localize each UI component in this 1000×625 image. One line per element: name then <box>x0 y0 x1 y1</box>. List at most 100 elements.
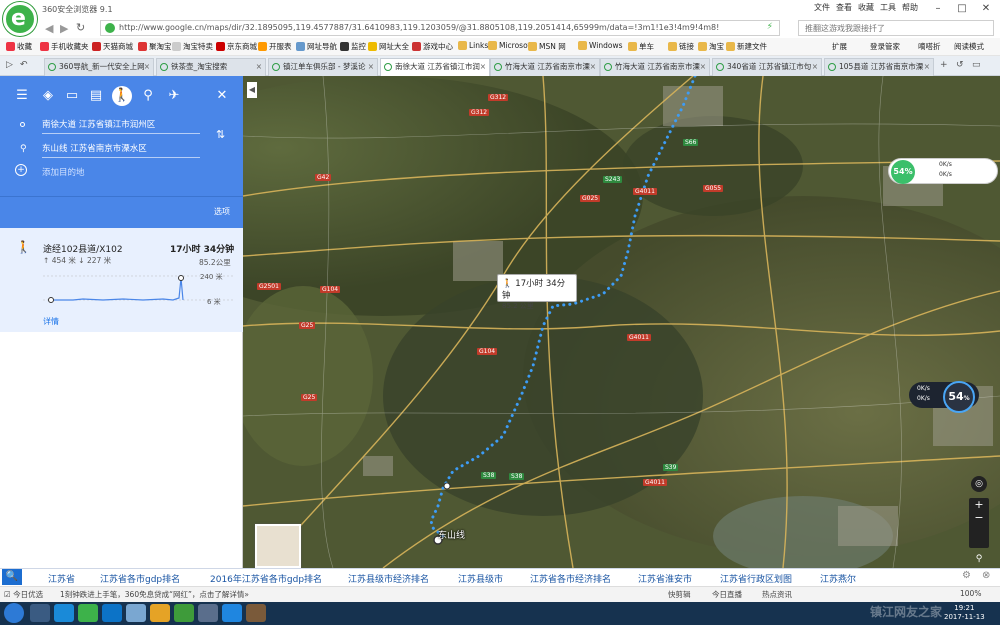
bookmark-15[interactable]: 单车 <box>628 41 654 52</box>
status-news[interactable]: 1刻钟跌进上手笔，360免息贷成“网红”，点击了解详情» <box>60 589 249 600</box>
bookmark-3[interactable]: 聚淘宝 <box>138 41 172 52</box>
network-widget-top[interactable]: 54% 0K/s 0K/s <box>888 158 998 184</box>
walk-icon[interactable]: 🚶 <box>112 86 132 106</box>
edge-icon[interactable] <box>102 604 122 622</box>
car-icon[interactable]: ▭ <box>62 86 82 106</box>
map-layer-thumbnail[interactable] <box>255 524 301 568</box>
bookmark-13[interactable]: MSN 网 <box>528 41 566 52</box>
tab-3[interactable]: 南徐大道 江苏省镇江市润 × <box>380 58 490 76</box>
bookmark-10[interactable]: 游戏中心 <box>412 41 453 52</box>
suggestion-link[interactable]: 江苏省各市gdp排名 <box>100 572 180 585</box>
close-suggest-icon[interactable]: ⊗ <box>982 570 990 581</box>
360-browser-icon[interactable] <box>78 604 98 622</box>
tab-5[interactable]: 竹海大道 江苏省南京市溧 × <box>600 58 710 76</box>
zoom-control[interactable]: + − <box>969 498 989 548</box>
bookmark-18[interactable]: 新建文件 <box>726 41 767 52</box>
bike-icon[interactable]: ⚲ <box>138 86 158 106</box>
tab-0[interactable]: 360导航_新一代安全上网 × <box>44 58 154 76</box>
my-location-icon[interactable]: ◎ <box>971 476 987 492</box>
tab-menu-icon[interactable]: ▭ <box>972 60 981 70</box>
swap-icon[interactable]: ⇅ <box>216 128 225 141</box>
bookmark-extensions[interactable]: 扩展 <box>832 41 847 52</box>
bookmark-14[interactable]: Windows <box>578 41 622 50</box>
suggestion-link[interactable]: 2016年江苏省各市gdp排名 <box>210 572 322 585</box>
best-route-icon[interactable]: ◈ <box>38 86 58 106</box>
bookmark-16[interactable]: 链接 <box>668 41 694 52</box>
tab-close-icon[interactable]: × <box>924 59 930 75</box>
zoom-in-icon[interactable]: + <box>969 498 989 511</box>
today-live[interactable]: 今日直播 <box>712 589 742 600</box>
tab-2[interactable]: 镇江单车俱乐部 - 梦溪论 × <box>268 58 378 76</box>
origin-input[interactable]: 南徐大道 江苏省镇江市润州区 <box>42 118 155 130</box>
suggestion-link[interactable]: 江苏省 <box>48 572 75 585</box>
tab-close-icon[interactable]: × <box>368 59 374 75</box>
start-button-icon[interactable] <box>4 603 24 623</box>
menu-tools[interactable]: 工具 <box>880 2 896 13</box>
zoom-level[interactable]: 100% <box>960 589 981 598</box>
tab-close-icon[interactable]: × <box>144 59 150 75</box>
bookmark-reader-mode[interactable]: 阅读模式 <box>954 41 984 52</box>
bookmark-1[interactable]: 手机收藏夹 <box>40 41 89 52</box>
tab-6[interactable]: 340省道 江苏省镇江市句 × <box>712 58 822 76</box>
suggestion-link[interactable]: 江苏县级市经济排名 <box>348 572 429 585</box>
tab-1[interactable]: 铁茶壶_淘宝搜索 × <box>156 58 266 76</box>
bookmark-12[interactable]: Microsoft <box>488 41 533 50</box>
destination-input[interactable]: 东山线 江苏省南京市溧水区 <box>42 142 147 154</box>
bookmark-11[interactable]: Links <box>458 41 488 50</box>
tab-4[interactable]: 竹海大道 江苏省南京市溧 × <box>490 58 600 76</box>
map-canvas[interactable] <box>243 76 1000 568</box>
tab-7[interactable]: 105县道 江苏省南京市溧 × <box>824 58 934 76</box>
bookmark-8[interactable]: 监控 <box>340 41 366 52</box>
add-destination-icon[interactable]: + <box>15 164 27 176</box>
forward-icon[interactable]: ▶ <box>60 22 68 35</box>
add-destination-button[interactable]: 添加目的地 <box>42 166 85 178</box>
bookmark-17[interactable]: 淘宝 <box>698 41 724 52</box>
options-button[interactable]: 选项 <box>214 206 230 217</box>
menu-help[interactable]: 帮助 <box>902 2 918 13</box>
search-input[interactable]: 推翻这游戏我跟接扦了 <box>798 20 994 36</box>
bookmark-2[interactable]: 天猫商城 <box>92 41 133 52</box>
photo-app-icon[interactable] <box>246 604 266 622</box>
collapse-panel-icon[interactable]: ◀ <box>247 82 257 98</box>
suggestion-link[interactable]: 江苏省淮安市 <box>638 572 692 585</box>
tab-close-icon[interactable]: × <box>700 59 706 75</box>
tab-close-icon[interactable]: × <box>590 59 596 75</box>
wechat-icon[interactable] <box>174 604 194 622</box>
flight-icon[interactable]: ✈ <box>164 86 184 106</box>
route-info-bubble[interactable]: 🚶 17小时 34分钟 85.2 公里 <box>497 274 577 310</box>
transit-icon[interactable]: ▤ <box>86 86 106 106</box>
settings-gear-icon[interactable]: ⚙ <box>962 570 971 581</box>
maximize-icon[interactable]: □ <box>950 0 974 18</box>
tab-list-icon[interactable]: ▷ <box>6 60 13 70</box>
suggestion-link[interactable]: 江苏省行政区划图 <box>720 572 792 585</box>
bookmark-7[interactable]: 网址导航 <box>296 41 337 52</box>
ie-alt-icon[interactable] <box>222 604 242 622</box>
tab-scroll-icon[interactable]: ↶ <box>20 60 28 70</box>
bookmark-didazhe[interactable]: 嘀嗒折 <box>918 41 941 52</box>
back-icon[interactable]: ◀ <box>45 22 53 35</box>
tab-close-icon[interactable]: × <box>812 59 818 75</box>
ie-icon[interactable] <box>54 604 74 622</box>
new-tab-icon[interactable]: + <box>940 60 948 70</box>
search-icon[interactable]: 🔍 <box>2 569 22 585</box>
address-input[interactable]: http://www.google.cn/maps/dir/32.1895095… <box>100 20 780 36</box>
close-window-icon[interactable]: ✕ <box>974 0 998 18</box>
details-link[interactable]: 详情 <box>43 316 59 327</box>
zoom-out-icon[interactable]: − <box>969 511 989 524</box>
folder-icon[interactable] <box>126 604 146 622</box>
bookmark-9[interactable]: 网址大全 <box>368 41 409 52</box>
bookmark-4[interactable]: 淘宝特卖 <box>172 41 213 52</box>
menu-icon[interactable]: ☰ <box>12 86 32 106</box>
menu-favorites[interactable]: 收藏 <box>858 2 874 13</box>
system-clock[interactable]: 19:21 2017-11-13 <box>944 604 985 622</box>
hot-news[interactable]: 热点资讯 <box>762 589 792 600</box>
suggestion-link[interactable]: 江苏县级市 <box>458 572 503 585</box>
suggestion-link[interactable]: 江苏燕尔 <box>820 572 856 585</box>
refresh-icon[interactable]: ↻ <box>76 21 85 34</box>
suggestion-link[interactable]: 江苏省各市经济排名 <box>530 572 611 585</box>
pegman-icon[interactable]: ⚲ <box>971 554 987 566</box>
chrome-icon[interactable] <box>150 604 170 622</box>
app-icon[interactable] <box>198 604 218 622</box>
close-directions-icon[interactable]: ✕ <box>212 86 232 106</box>
tab-close-icon[interactable]: × <box>256 59 262 75</box>
